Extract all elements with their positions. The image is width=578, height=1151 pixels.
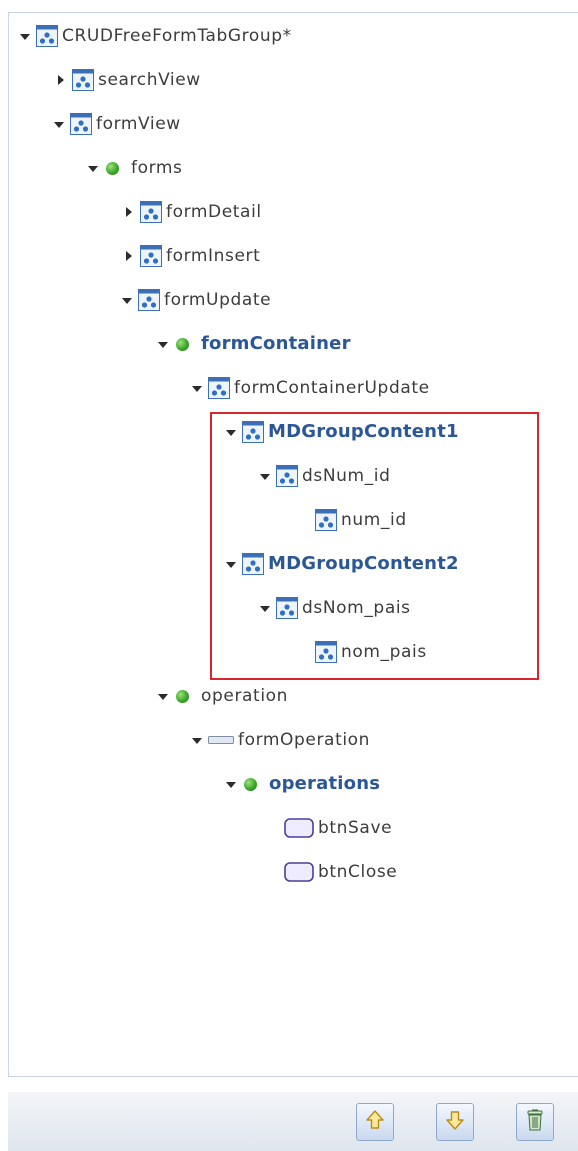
collapsed-arrow-icon[interactable] xyxy=(126,251,132,261)
tree-node-label: forms xyxy=(131,157,183,178)
tree-node-label: operation xyxy=(201,685,289,706)
expand-arrow-icon[interactable] xyxy=(158,342,168,348)
tree-node-label: formDetail xyxy=(166,201,262,222)
tree-node-formupdate[interactable]: formUpdate xyxy=(122,283,271,317)
button-component-icon xyxy=(284,862,314,882)
tree-node-operations[interactable]: operations xyxy=(226,767,380,801)
expand-arrow-icon[interactable] xyxy=(226,782,236,788)
tree-node-label: btnSave xyxy=(318,817,393,838)
form-component-icon xyxy=(70,113,92,135)
form-component-icon xyxy=(72,69,94,91)
green-dot-icon xyxy=(176,689,189,703)
tree-node-operation[interactable]: operation xyxy=(158,679,288,713)
tree-node-label: formInsert xyxy=(166,245,261,266)
operation-bar-icon xyxy=(208,735,234,745)
move-down-button[interactable] xyxy=(436,1103,474,1141)
expand-arrow-icon[interactable] xyxy=(122,298,132,304)
tree-node-label: formContainer xyxy=(201,333,351,354)
form-component-icon xyxy=(138,289,160,311)
move-up-button[interactable] xyxy=(356,1103,394,1141)
tree-node-formcontainer[interactable]: formContainer xyxy=(158,327,351,361)
tree-node-label: formView xyxy=(96,113,181,134)
trash-icon xyxy=(525,1109,545,1135)
tree-node-formdetail[interactable]: formDetail xyxy=(124,195,262,229)
form-component-icon xyxy=(36,25,58,47)
tree-node-label: formUpdate xyxy=(164,289,272,310)
form-component-icon xyxy=(140,245,162,267)
expand-arrow-icon[interactable] xyxy=(88,166,98,172)
tree-node-label: formOperation xyxy=(238,729,371,750)
bottom-toolbar xyxy=(8,1092,578,1151)
tree-node-searchview[interactable]: searchView xyxy=(56,63,201,97)
tree-node-label: btnClose xyxy=(318,861,398,882)
tree-node-btnsave[interactable]: btnSave xyxy=(284,811,392,845)
tree-node-label: operations xyxy=(269,773,381,794)
tree-node-formcontainerupdate[interactable]: formContainerUpdate xyxy=(192,371,430,405)
button-component-icon xyxy=(284,818,314,838)
green-dot-icon xyxy=(244,777,257,791)
tree-node-label: formContainerUpdate xyxy=(234,377,430,398)
expand-arrow-icon[interactable] xyxy=(192,386,202,392)
tree-node-label: searchView xyxy=(98,69,201,90)
tree-node-formoperation[interactable]: formOperation xyxy=(192,723,370,757)
green-dot-icon xyxy=(106,161,119,175)
form-component-icon xyxy=(208,377,230,399)
tree-node-formview[interactable]: formView xyxy=(54,107,181,141)
expand-arrow-icon[interactable] xyxy=(158,694,168,700)
form-component-icon xyxy=(140,201,162,223)
collapsed-arrow-icon[interactable] xyxy=(58,75,64,85)
tree-node-forminsert[interactable]: formInsert xyxy=(124,239,260,273)
delete-button[interactable] xyxy=(516,1103,554,1141)
collapsed-arrow-icon[interactable] xyxy=(126,207,132,217)
tree-node-crudfreeformtabgroup[interactable]: CRUDFreeFormTabGroup* xyxy=(20,19,292,53)
tree-node-forms[interactable]: forms xyxy=(88,151,183,185)
tree-node-btnclose[interactable]: btnClose xyxy=(284,855,397,889)
expand-arrow-icon[interactable] xyxy=(54,122,64,128)
arrow-down-icon xyxy=(444,1109,466,1135)
tree-node-label: CRUDFreeFormTabGroup* xyxy=(62,25,292,46)
arrow-up-icon xyxy=(364,1109,386,1135)
green-dot-icon xyxy=(176,337,189,351)
expand-arrow-icon[interactable] xyxy=(20,34,30,40)
highlight-box xyxy=(210,412,539,680)
expand-arrow-icon[interactable] xyxy=(192,738,202,744)
